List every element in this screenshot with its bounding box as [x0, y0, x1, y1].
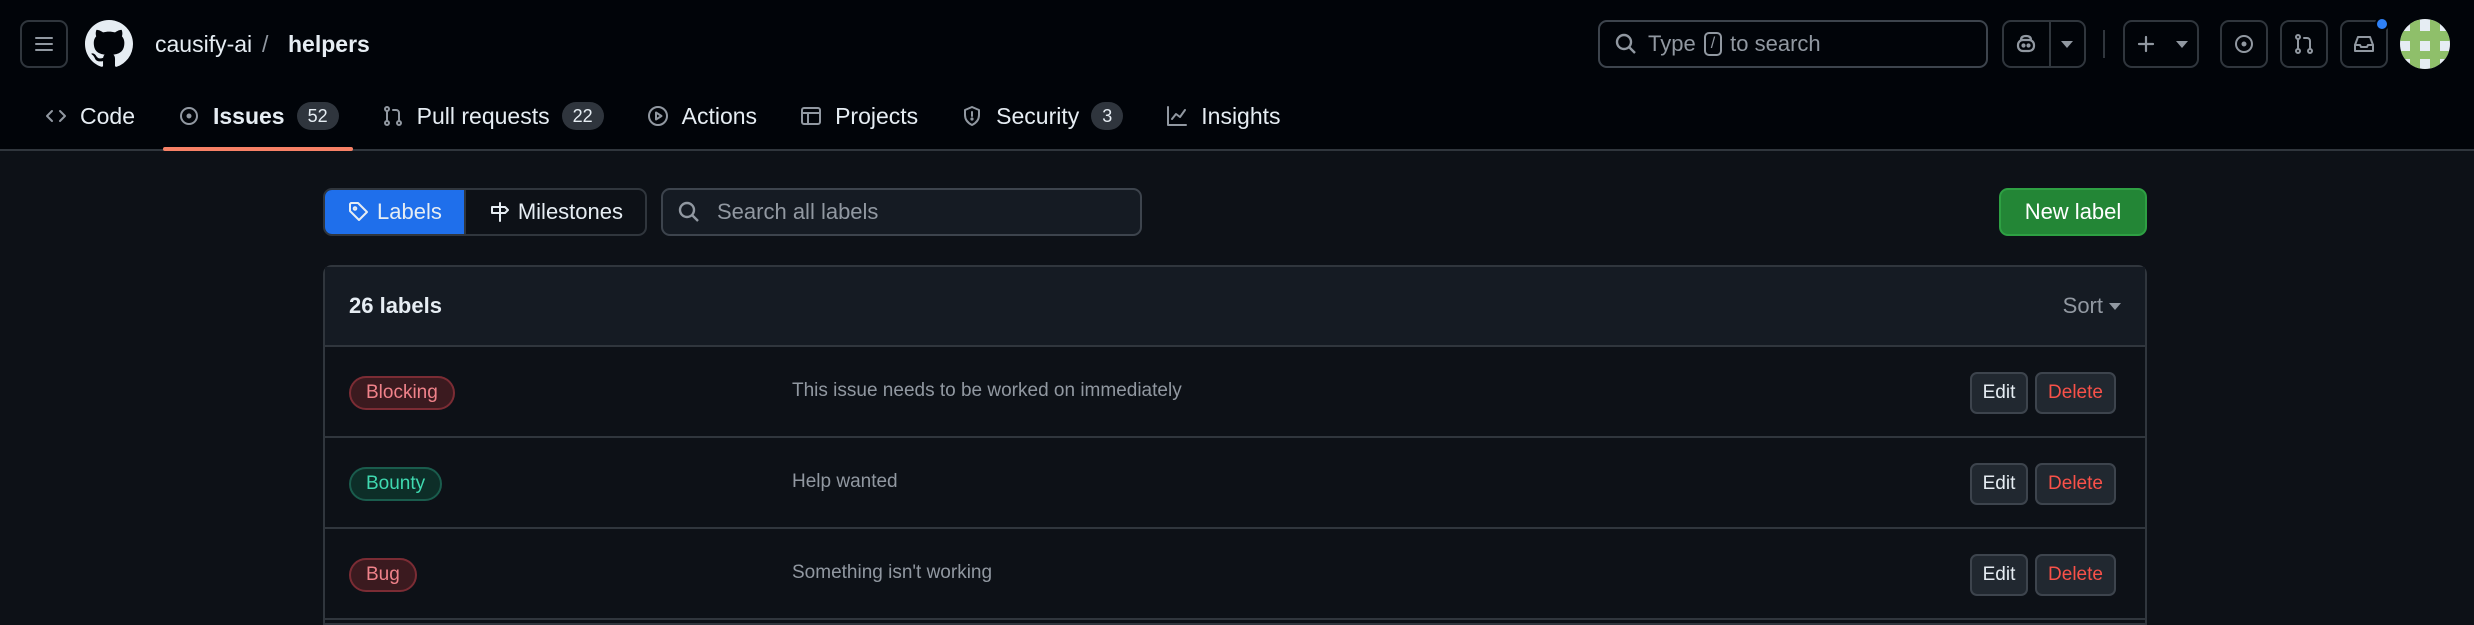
label-pill[interactable]: Bug	[349, 558, 417, 592]
tab-actions[interactable]: Actions	[632, 96, 771, 136]
tab-projects[interactable]: Projects	[785, 96, 932, 136]
edit-label-button[interactable]: Edit	[1970, 372, 2028, 414]
label-row: Blocking This issue needs to be worked o…	[325, 347, 2145, 438]
labels-list-header: 26 labels Sort	[325, 267, 2145, 347]
tab-label: Code	[80, 102, 135, 129]
search-shortcut-key: /	[1703, 32, 1723, 56]
labels-tab[interactable]: Labels	[325, 190, 464, 234]
label-row: Bounty Help wanted Edit Delete	[325, 438, 2145, 529]
copilot-menu-button[interactable]	[2048, 22, 2084, 66]
breadcrumb-owner[interactable]: causify-ai	[155, 29, 252, 59]
create-caret-segment	[2167, 22, 2197, 66]
header-top-row: causify-ai / helpers Type / to search	[0, 0, 2474, 88]
labels-tab-label: Labels	[377, 199, 442, 224]
global-header: causify-ai / helpers Type / to search Co…	[0, 0, 2474, 151]
delete-label-button[interactable]: Delete	[2035, 463, 2116, 505]
new-label-button[interactable]: New label	[1999, 188, 2147, 236]
search-suffix-text: to search	[1730, 31, 1821, 56]
play-icon	[647, 106, 668, 126]
shield-icon	[964, 106, 981, 126]
repo-tabs: Code Issues 52 Pull requests 22 Actions …	[30, 96, 1309, 152]
label-description: Something isn't working	[792, 562, 993, 583]
copilot-split-button	[2002, 20, 2086, 68]
search-icon	[678, 201, 699, 222]
search-prefix-text: Type	[1648, 31, 1696, 56]
global-search-input[interactable]: Type / to search	[1598, 20, 1988, 68]
sort-label: Sort	[2062, 293, 2103, 318]
edit-label-button[interactable]: Edit	[1970, 463, 2028, 505]
create-new-button[interactable]	[2123, 20, 2199, 68]
milestones-tab[interactable]: Milestones	[463, 190, 645, 234]
copilot-button[interactable]	[2004, 22, 2049, 66]
search-labels-placeholder: Search all labels	[717, 199, 879, 224]
github-logo-icon[interactable]	[85, 20, 133, 68]
label-pill[interactable]: Bounty	[349, 467, 443, 501]
edit-label-button[interactable]: Edit	[1970, 554, 2028, 596]
tab-counter: 3	[1091, 102, 1124, 130]
tab-label: Actions	[681, 102, 758, 129]
tab-label: Pull requests	[416, 102, 550, 129]
milestones-tab-label: Milestones	[517, 199, 623, 224]
tab-label: Projects	[835, 102, 919, 129]
code-icon	[46, 110, 66, 122]
plus-segment	[2125, 22, 2167, 66]
tab-label: Insights	[1201, 102, 1281, 129]
search-icon	[1615, 33, 1636, 54]
pull-requests-button[interactable]	[2280, 20, 2328, 68]
label-description: Help wanted	[792, 471, 898, 492]
labels-count: 26 labels	[349, 293, 442, 318]
plus-icon	[2137, 35, 2155, 53]
tab-label: Issues	[212, 102, 285, 129]
tab-security[interactable]: Security 3	[946, 96, 1137, 136]
git-pull-request-icon	[383, 106, 402, 126]
delete-label-button[interactable]: Delete	[2035, 372, 2116, 414]
menu-button[interactable]	[20, 20, 68, 68]
avatar[interactable]	[2400, 19, 2450, 69]
table-icon	[801, 107, 822, 125]
tab-pull-requests[interactable]: Pull requests 22	[367, 96, 618, 136]
delete-label-button[interactable]: Delete	[2035, 554, 2116, 596]
notification-dot	[2375, 17, 2389, 31]
chevron-down-icon	[2176, 40, 2188, 48]
copilot-icon	[2017, 34, 2036, 53]
issue-opened-icon	[2235, 35, 2253, 53]
tab-counter: 52	[296, 102, 339, 130]
tab-insights[interactable]: Insights	[1151, 96, 1294, 136]
labels-list: 26 labels Sort Blocking This issue needs…	[323, 265, 2147, 625]
tab-issues[interactable]: Issues 52	[162, 96, 353, 151]
search-labels-input[interactable]: Search all labels	[661, 188, 1142, 236]
label-row: Bug Something isn't working Edit Delete	[325, 529, 2145, 620]
labels-milestones-subnav: Labels Milestones	[323, 188, 647, 236]
issues-button[interactable]	[2220, 20, 2268, 68]
tag-icon	[349, 202, 368, 221]
breadcrumb-separator: /	[262, 31, 269, 57]
header-divider	[2103, 30, 2105, 58]
issue-opened-icon	[179, 107, 198, 125]
sort-button[interactable]: Sort	[2063, 293, 2121, 319]
label-pill[interactable]: Blocking	[349, 376, 455, 410]
chevron-down-icon	[2109, 302, 2121, 310]
breadcrumb-repo[interactable]: helpers	[288, 29, 370, 59]
hamburger-icon	[35, 37, 53, 51]
label-description: This issue needs to be worked on immedia…	[792, 380, 1182, 401]
graph-icon	[1167, 106, 1188, 126]
inbox-icon	[2354, 36, 2374, 52]
milestone-icon	[490, 202, 509, 222]
git-pull-request-icon	[2295, 34, 2313, 54]
tab-counter: 22	[561, 102, 604, 130]
chevron-down-icon	[2061, 40, 2074, 48]
tab-code[interactable]: Code	[30, 96, 149, 136]
tab-label: Security	[996, 102, 1080, 129]
